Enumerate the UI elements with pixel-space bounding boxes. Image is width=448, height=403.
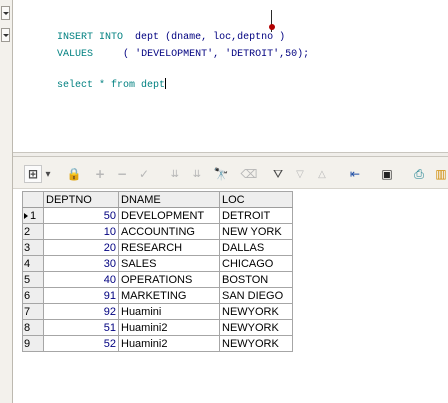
cell-loc[interactable]: BOSTON: [219, 271, 293, 288]
left-panel-strip: [0, 0, 13, 403]
row-number[interactable]: 5: [22, 271, 44, 288]
print-icon[interactable]: ⎙: [411, 165, 427, 183]
cell-dname[interactable]: Huamini: [118, 303, 220, 320]
row-number-label: 2: [24, 225, 31, 238]
row-number-label: 6: [24, 289, 31, 302]
cell-dname[interactable]: Huamini2: [118, 335, 220, 352]
column-header-dname[interactable]: DNAME: [118, 191, 220, 208]
cell-dname[interactable]: RESEARCH: [118, 239, 220, 256]
cell-deptno[interactable]: 51: [43, 319, 119, 336]
cell-deptno[interactable]: 92: [43, 303, 119, 320]
cell-deptno[interactable]: 20: [43, 239, 119, 256]
sql-string: 'DEVELOPMENT': [135, 49, 214, 60]
cell-loc[interactable]: CHICAGO: [219, 255, 293, 272]
sql-string: 'DETROIT': [225, 49, 280, 60]
dropdown-icon[interactable]: [1, 28, 10, 42]
row-header-corner: [22, 191, 44, 208]
lock-icon[interactable]: 🔒: [66, 165, 82, 183]
sql-query: select * from dept: [57, 80, 166, 91]
save-icon[interactable]: ▣: [379, 165, 395, 183]
column-header-deptno[interactable]: DEPTNO: [43, 191, 119, 208]
row-number[interactable]: 9: [22, 335, 44, 352]
sql-keyword: VALUES: [57, 49, 94, 60]
table-row[interactable]: 4 30 SALES CHICAGO: [22, 255, 293, 272]
row-number[interactable]: 6: [22, 287, 44, 304]
cell-dname[interactable]: DEVELOPMENT: [118, 207, 220, 224]
row-number[interactable]: 8: [22, 319, 44, 336]
row-number-label: 5: [24, 273, 31, 286]
cell-dname[interactable]: MARKETING: [118, 287, 220, 304]
results-grid: DEPTNO DNAME LOC 1 50 DEVELOPMENT DETROIT 2 1…: [22, 191, 293, 352]
sql-paren-close: );: [297, 49, 310, 60]
code-line-3: select * from dept: [21, 66, 167, 104]
cell-loc[interactable]: NEW YORK: [219, 223, 293, 240]
current-row-icon: [24, 212, 28, 219]
row-number[interactable]: 1: [22, 207, 44, 224]
cell-dname[interactable]: ACCOUNTING: [118, 223, 220, 240]
dropdown-icon[interactable]: ▾: [43, 165, 53, 183]
grid-toolbar: ⊞ ▾ 🔒 + − ✓ ⇊ ⇊ 🔭 ⌫ ⛛ ▽ △ ⇤ ▣ ⎙ ▥: [13, 157, 448, 189]
sql-number: 50: [285, 49, 298, 60]
row-number[interactable]: 7: [22, 303, 44, 320]
cell-dname[interactable]: Huamini2: [118, 319, 220, 336]
cell-deptno[interactable]: 52: [43, 335, 119, 352]
table-row[interactable]: 8 51 Huamini2 NEWYORK: [22, 319, 293, 336]
row-number-label: 3: [24, 241, 31, 254]
row-number-label: 9: [24, 337, 31, 350]
sql-editor[interactable]: INSERT INTO dept (dname, loc,deptno ) VA…: [13, 0, 448, 153]
cell-deptno[interactable]: 50: [43, 207, 119, 224]
cell-loc[interactable]: SAN DIEGO: [219, 287, 293, 304]
cell-deptno[interactable]: 10: [43, 223, 119, 240]
table-row[interactable]: 1 50 DEVELOPMENT DETROIT: [22, 207, 293, 224]
table-row[interactable]: 6 91 MARKETING SAN DIEGO: [22, 287, 293, 304]
cell-loc[interactable]: NEWYORK: [219, 319, 293, 336]
row-number-label: 1: [30, 209, 37, 222]
table-row[interactable]: 5 40 OPERATIONS BOSTON: [22, 271, 293, 288]
row-number[interactable]: 4: [22, 255, 44, 272]
row-number-label: 8: [24, 321, 31, 334]
row-number[interactable]: 3: [22, 239, 44, 256]
table-row[interactable]: 7 92 Huamini NEWYORK: [22, 303, 293, 320]
dropdown-icon[interactable]: [1, 6, 10, 20]
cell-loc[interactable]: DETROIT: [219, 207, 293, 224]
table-row[interactable]: 9 52 Huamini2 NEWYORK: [22, 335, 293, 352]
column-header-loc[interactable]: LOC: [219, 191, 293, 208]
double-down-icon[interactable]: ⇊: [189, 165, 205, 183]
caret: [165, 78, 167, 89]
export-icon[interactable]: ⇤: [347, 165, 363, 183]
grid-icon[interactable]: ⊞: [24, 165, 42, 183]
cell-deptno[interactable]: 40: [43, 271, 119, 288]
cell-deptno[interactable]: 91: [43, 287, 119, 304]
remove-icon[interactable]: −: [114, 165, 130, 183]
sort-up-icon[interactable]: △: [314, 165, 330, 183]
binoculars-icon[interactable]: 🔭: [213, 165, 229, 183]
chart-icon[interactable]: ▥: [434, 165, 448, 183]
table-row[interactable]: 3 20 RESEARCH DALLAS: [22, 239, 293, 256]
table-row[interactable]: 2 10 ACCOUNTING NEW YORK: [22, 223, 293, 240]
row-number-label: 7: [24, 305, 31, 318]
row-number[interactable]: 2: [22, 223, 44, 240]
eraser-icon[interactable]: ⌫: [241, 165, 258, 183]
cell-loc[interactable]: NEWYORK: [219, 335, 293, 352]
grid-body: 1 50 DEVELOPMENT DETROIT 2 10 ACCOUNTING NEW YO…: [22, 207, 293, 352]
check-icon[interactable]: ✓: [136, 165, 152, 183]
cell-deptno[interactable]: 30: [43, 255, 119, 272]
cell-loc[interactable]: DALLAS: [219, 239, 293, 256]
row-number-label: 4: [24, 257, 31, 270]
cell-loc[interactable]: NEWYORK: [219, 303, 293, 320]
cell-dname[interactable]: SALES: [118, 255, 220, 272]
filter-icon[interactable]: ⛛: [270, 165, 286, 183]
add-icon[interactable]: +: [92, 165, 108, 183]
cell-dname[interactable]: OPERATIONS: [118, 271, 220, 288]
sql-window: INSERT INTO dept (dname, loc,deptno ) VA…: [0, 0, 448, 403]
double-down-icon[interactable]: ⇊: [167, 165, 183, 183]
sort-down-icon[interactable]: ▽: [292, 165, 308, 183]
